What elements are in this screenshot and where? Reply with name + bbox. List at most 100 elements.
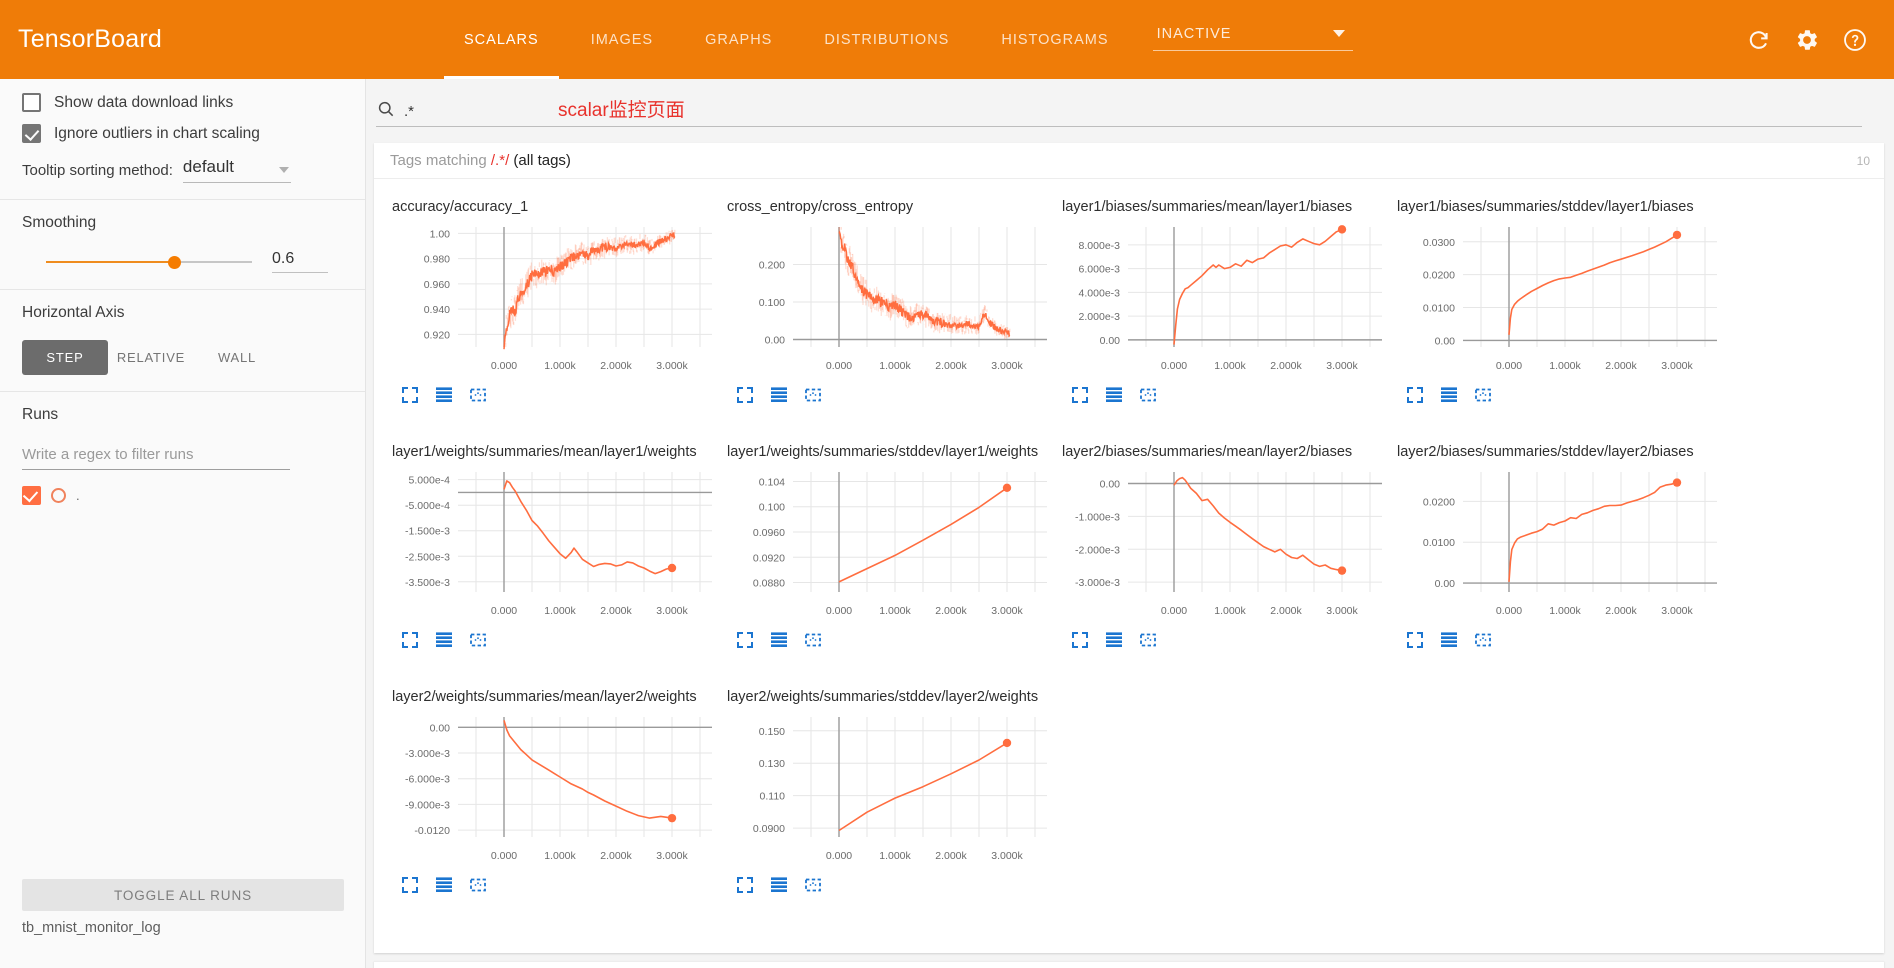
slider-knob[interactable] [167, 255, 181, 269]
svg-text:-1.500e-3: -1.500e-3 [405, 526, 450, 538]
chart-plot-area[interactable]: 0.00 -3.000e-3 -6.000e-3 -9.000e-3 -0.0120 0.… [384, 709, 714, 871]
smoothing-value-field[interactable]: 0.6 [272, 250, 328, 273]
gear-icon[interactable] [1794, 27, 1820, 53]
haxis-option-step[interactable]: STEP [22, 340, 108, 375]
svg-text:1.000k: 1.000k [1214, 360, 1246, 372]
svg-text:-3.500e-3: -3.500e-3 [405, 577, 450, 589]
svg-text:3.000k: 3.000k [1326, 360, 1358, 372]
svg-text:0.150: 0.150 [759, 726, 785, 738]
expand-chart-icon[interactable] [402, 632, 418, 648]
chart-plot-area[interactable]: 8.000e-3 6.000e-3 4.000e-3 2.000e-3 0.00 0.00… [1054, 219, 1384, 381]
svg-text:1.000k: 1.000k [879, 360, 911, 372]
svg-text:1.000k: 1.000k [544, 605, 576, 617]
toggle-yaxis-log-icon[interactable] [771, 632, 787, 648]
chart-title: layer1/biases/summaries/stddev/layer1/bi… [1397, 199, 1694, 215]
expand-chart-icon[interactable] [737, 632, 753, 648]
reset-domain-icon[interactable] [470, 877, 486, 893]
chart-plot-area[interactable]: 0.104 0.100 0.0960 0.0920 0.0880 0.000 1.000k 2… [719, 464, 1049, 626]
reset-domain-icon[interactable] [805, 632, 821, 648]
checkbox-ignore-outliers[interactable]: Ignore outliers in chart scaling [22, 124, 343, 143]
reset-domain-icon[interactable] [1140, 387, 1156, 403]
svg-text:1.00: 1.00 [430, 228, 451, 240]
svg-text:-6.000e-3: -6.000e-3 [405, 774, 450, 786]
chart-plot-area[interactable]: 0.00 -1.000e-3 -2.000e-3 -3.000e-3 0.000 1.00… [1054, 464, 1384, 626]
expand-chart-icon[interactable] [737, 387, 753, 403]
tag-search-field[interactable]: scalar监控页面 [374, 95, 1872, 127]
reset-domain-icon[interactable] [470, 387, 486, 403]
reset-domain-icon[interactable] [1140, 632, 1156, 648]
chart-title: layer1/weights/summaries/mean/layer1/wei… [392, 444, 697, 460]
search-icon[interactable] [376, 99, 396, 119]
toggle-yaxis-log-icon[interactable] [1106, 632, 1122, 648]
reset-domain-icon[interactable] [805, 387, 821, 403]
inactive-dropdown-value: INACTIVE [1156, 26, 1232, 42]
refresh-icon[interactable] [1746, 27, 1772, 53]
svg-text:0.100: 0.100 [759, 297, 785, 309]
checkbox-label: Show data download links [54, 93, 234, 111]
checkbox-show-data-download-links[interactable]: Show data download links [22, 93, 343, 112]
smoothing-row: 0.6 [22, 250, 343, 273]
tab-images[interactable]: IMAGES [565, 0, 679, 79]
haxis-option-wall[interactable]: WALL [194, 340, 280, 375]
svg-text:3.000k: 3.000k [991, 605, 1023, 617]
chart-plot-area[interactable]: 0.150 0.130 0.110 0.0900 0.000 1.000k 2.000k 3.… [719, 709, 1049, 871]
sidebar-options-section: Show data download links Ignore outliers… [0, 79, 365, 199]
chart-card: accuracy/accuracy_1 1.00 0.980 0.960 0.940 0.… [384, 189, 719, 434]
inactive-plugins-dropdown[interactable]: INACTIVE [1152, 26, 1353, 53]
run-checkbox[interactable] [22, 486, 41, 505]
expand-chart-icon[interactable] [402, 877, 418, 893]
settings-sidebar: Show data download links Ignore outliers… [0, 79, 366, 968]
slider-fill [46, 260, 174, 263]
expand-chart-icon[interactable] [1407, 632, 1423, 648]
expand-chart-icon[interactable] [737, 877, 753, 893]
svg-text:1.000k: 1.000k [1214, 605, 1246, 617]
chart-plot-area[interactable]: 5.000e-4 -5.000e-4 -1.500e-3 -2.500e-3 -3.50… [384, 464, 714, 626]
runs-filter-input[interactable] [22, 442, 290, 469]
chart-plot-area[interactable]: 0.0200 0.0100 0.00 0.000 1.000k 2.000k 3.000k [1389, 464, 1719, 626]
svg-text:0.0880: 0.0880 [753, 578, 785, 590]
toggle-all-runs-button[interactable]: TOGGLE ALL RUNS [22, 879, 344, 911]
toggle-yaxis-log-icon[interactable] [436, 387, 452, 403]
svg-text:0.000: 0.000 [491, 850, 517, 862]
chart-card: layer1/weights/summaries/mean/layer1/wei… [384, 434, 719, 679]
help-icon[interactable] [1842, 27, 1868, 53]
tab-distributions[interactable]: DISTRIBUTIONS [798, 0, 975, 79]
toggle-yaxis-log-icon[interactable] [1441, 632, 1457, 648]
svg-text:0.0200: 0.0200 [1423, 270, 1455, 282]
chart-toolbar [719, 871, 1054, 893]
tag-search-input[interactable] [402, 102, 522, 121]
svg-text:3.000k: 3.000k [656, 850, 688, 862]
tab-scalars[interactable]: SCALARS [438, 0, 565, 79]
smoothing-slider[interactable] [46, 253, 252, 271]
toggle-yaxis-log-icon[interactable] [436, 877, 452, 893]
svg-text:1.000k: 1.000k [1549, 360, 1581, 372]
toggle-yaxis-log-icon[interactable] [771, 387, 787, 403]
toggle-yaxis-log-icon[interactable] [436, 632, 452, 648]
expand-chart-icon[interactable] [1072, 632, 1088, 648]
svg-text:2.000k: 2.000k [1270, 605, 1302, 617]
chart-plot-area[interactable]: 0.200 0.100 0.00 0.000 1.000k 2.000k 3.000k [719, 219, 1049, 381]
expand-chart-icon[interactable] [1072, 387, 1088, 403]
reset-domain-icon[interactable] [470, 632, 486, 648]
accuracy-group-header[interactable]: accuracy 1 [374, 961, 1884, 968]
run-list-item[interactable]: . [22, 486, 343, 505]
tab-graphs[interactable]: GRAPHS [679, 0, 798, 79]
runs-filter-field[interactable] [22, 442, 343, 470]
tooltip-sorting-dropdown[interactable]: default [182, 157, 291, 183]
top-app-bar: TensorBoard SCALARS IMAGES GRAPHS DISTRI… [0, 0, 1894, 79]
tab-histograms[interactable]: HISTOGRAMS [975, 0, 1134, 79]
expand-chart-icon[interactable] [1407, 387, 1423, 403]
reset-domain-icon[interactable] [1475, 632, 1491, 648]
svg-text:2.000k: 2.000k [935, 605, 967, 617]
reset-domain-icon[interactable] [805, 877, 821, 893]
expand-chart-icon[interactable] [402, 387, 418, 403]
toggle-yaxis-log-icon[interactable] [771, 877, 787, 893]
tag-group-header[interactable]: Tags matching /.*/ (all tags) 10 [374, 143, 1884, 179]
toggle-yaxis-log-icon[interactable] [1106, 387, 1122, 403]
chart-plot-area[interactable]: 1.00 0.980 0.960 0.940 0.920 0.000 1.000k 2.000… [384, 219, 714, 381]
chart-toolbar [384, 626, 719, 648]
chart-plot-area[interactable]: 0.0300 0.0200 0.0100 0.00 0.000 1.000k 2.000k 3… [1389, 219, 1719, 381]
reset-domain-icon[interactable] [1475, 387, 1491, 403]
haxis-option-relative[interactable]: RELATIVE [108, 340, 194, 375]
toggle-yaxis-log-icon[interactable] [1441, 387, 1457, 403]
